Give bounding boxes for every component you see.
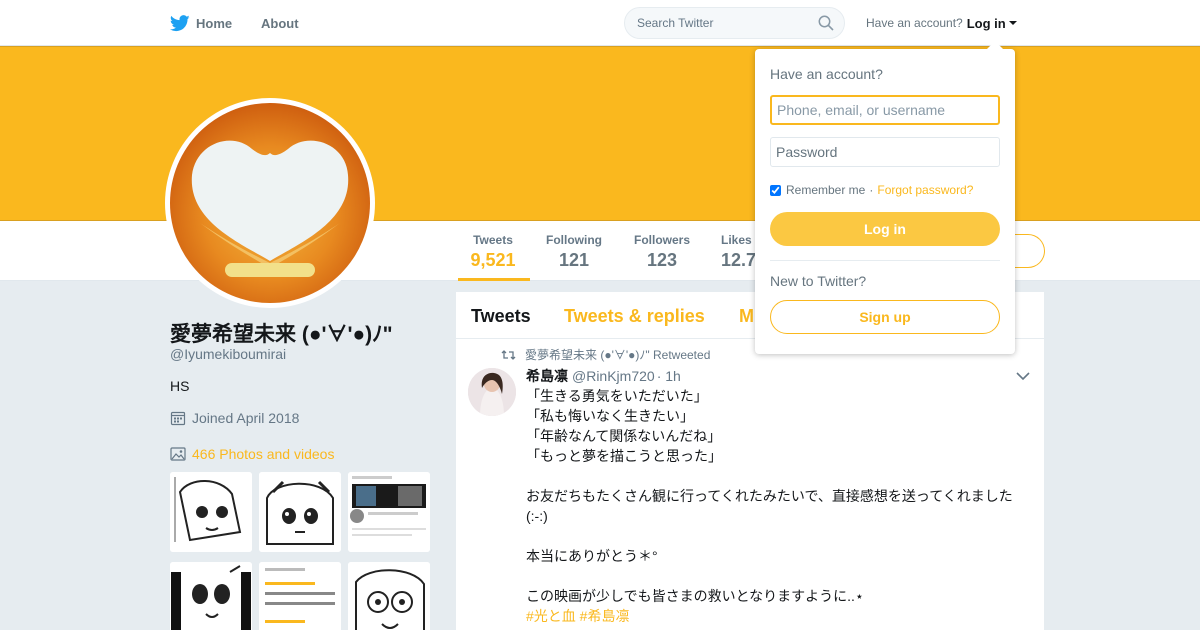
active-tab-underline [458, 278, 530, 281]
tweet-line [526, 466, 1026, 486]
tweet-avatar[interactable] [468, 368, 516, 416]
stat-value: 9,521 [470, 250, 516, 270]
media-thumbnail[interactable] [259, 472, 341, 552]
media-thumbnail[interactable] [348, 472, 430, 552]
tweet-line: 「年齢なんて関係ないんだね」 [526, 428, 722, 444]
retweet-icon [501, 349, 516, 360]
tweet-line: 「生きる勇気をいただいた」 [526, 388, 708, 404]
retweet-context: 愛夢希望未来 (●'∀'●)ﾉ" Retweeted [501, 346, 710, 363]
dropdown-title: Have an account? [770, 66, 883, 82]
login-toggle-label: Log in [966, 15, 1006, 31]
have-account: Have an account? Log in [866, 0, 1017, 46]
login-toggle[interactable]: Log in [967, 16, 1017, 31]
tab-media[interactable]: M [739, 306, 754, 327]
media-thumbnail[interactable] [170, 472, 252, 552]
stat-label: Followers [633, 233, 690, 247]
tweet-line: 本当にありがとう＊° [526, 548, 658, 564]
tweet-line: 「もっと夢を描こうと思った」 [526, 448, 722, 464]
joined-label: Joined April 2018 [192, 410, 300, 426]
tab-tweets-replies[interactable]: Tweets & replies [564, 306, 705, 327]
nav-home[interactable]: Home [170, 0, 232, 46]
tab-tweets[interactable]: Tweets [471, 306, 531, 327]
photos-videos-link[interactable]: 466 Photos and videos [170, 446, 334, 462]
forgot-password-link[interactable]: Forgot password? [877, 183, 973, 197]
login-button[interactable]: Log in [770, 212, 1000, 246]
stat-value: 123 [646, 250, 678, 270]
dropdown-arrow [987, 41, 1003, 49]
chevron-down-icon[interactable] [1016, 368, 1030, 386]
profile-avatar[interactable] [165, 98, 375, 308]
remember-me-label[interactable]: Remember me [786, 183, 865, 197]
remember-me-checkbox[interactable] [770, 184, 781, 196]
password-field[interactable] [770, 137, 1000, 167]
tweet-hashtags[interactable]: #光と血 #希島凛 [526, 606, 1026, 626]
tweet-author-handle[interactable]: @RinKjm720 [572, 368, 655, 384]
stat-value: 121 [558, 250, 590, 270]
caret-down-icon [1008, 21, 1017, 25]
new-to-twitter-label: New to Twitter? [770, 273, 867, 289]
stat-following[interactable]: Following 121 [544, 233, 604, 271]
retweet-context-label[interactable]: 愛夢希望未来 (●'∀'●)ﾉ" Retweeted [525, 346, 710, 363]
remember-row: Remember me · Forgot password? [770, 183, 973, 197]
tweet-text: 「生きる勇気をいただいた」 「私も悔いなく生きたい」 「年齢なんて関係ないんだね… [526, 386, 1026, 626]
separator-dot: · [869, 183, 874, 197]
stat-followers[interactable]: Followers 123 [632, 233, 692, 271]
search-box [624, 7, 845, 39]
search-icon[interactable] [818, 15, 834, 36]
stat-tweets[interactable]: Tweets 9,521 [469, 233, 517, 271]
profile-handle[interactable]: @Iyumekiboumirai [170, 346, 286, 362]
avatar-image [170, 103, 370, 303]
media-thumbnail[interactable] [170, 562, 252, 630]
nav-home-label: Home [196, 15, 233, 31]
username-field[interactable] [770, 95, 1000, 125]
photos-videos-label: 466 Photos and videos [192, 446, 335, 462]
nav-about[interactable]: About [261, 0, 299, 46]
search-input[interactable] [625, 8, 805, 38]
media-thumbnail[interactable] [259, 562, 341, 630]
tweet-line [526, 526, 1026, 546]
divider [770, 260, 1000, 261]
stat-label: Following [546, 233, 602, 247]
media-thumbnail[interactable] [348, 562, 430, 630]
calendar-icon [170, 411, 186, 426]
tweet-line: 「私も悔いなく生きたい」 [526, 408, 694, 424]
image-icon [170, 447, 186, 461]
stat-label: Tweets [473, 233, 513, 247]
tweet-line [526, 566, 1026, 586]
profile-name: 愛夢希望未来 (●'∀'●)ﾉ" [170, 323, 393, 346]
tweet-timestamp[interactable]: · 1h [657, 368, 681, 384]
have-account-label: Have an account? [866, 16, 963, 30]
tweet-header: 希島凛 @RinKjm720 · 1h [526, 366, 681, 386]
tweet-line: お友だちもたくさん観に行ってくれたみたいで、直接感想を送ってくれました(:-:) [526, 488, 1013, 524]
twitter-bird-icon [170, 14, 190, 31]
login-dropdown: Have an account? Remember me · Forgot pa… [755, 41, 1015, 354]
top-nav: Home About Have an account? Log in [0, 0, 1200, 46]
profile-bio: HS [170, 378, 190, 394]
tweet-author-name[interactable]: 希島凛 [526, 366, 568, 386]
joined-date: Joined April 2018 [170, 410, 299, 426]
tweet-line: この映画が少しでも皆さまの救いとなりますように..⋆ [526, 588, 864, 604]
signup-button[interactable]: Sign up [770, 300, 1000, 334]
